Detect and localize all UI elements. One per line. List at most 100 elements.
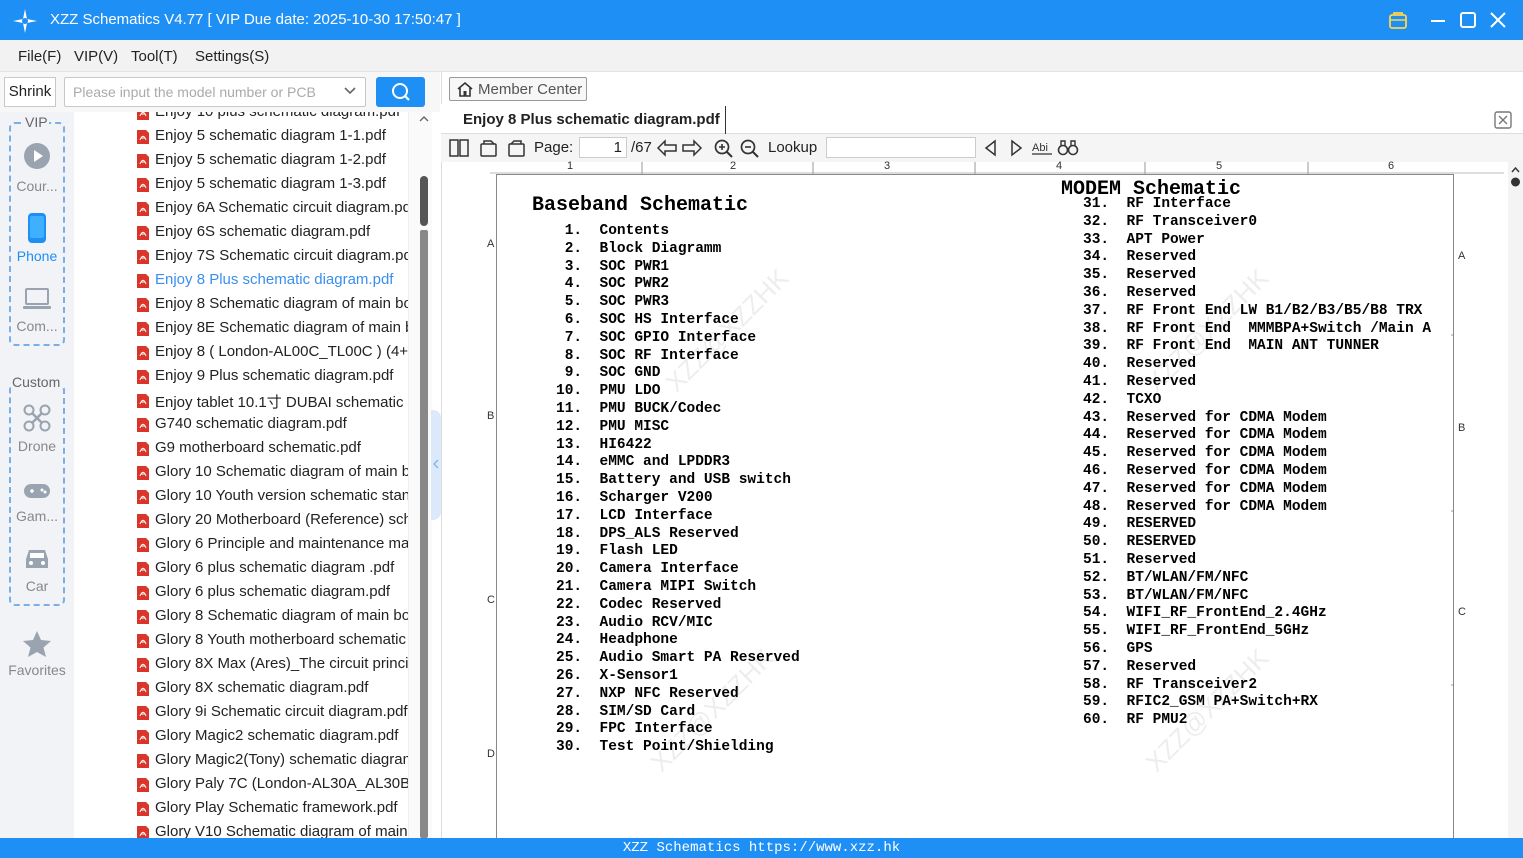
ruler-column-3: 3 (884, 160, 891, 172)
file-name: Enjoy 5 schematic diagram 1-2.pdf (155, 151, 386, 168)
search-icon (392, 83, 410, 101)
file-list-item[interactable]: Glory 6 Principle and maintenance manual (136, 532, 408, 556)
menu-vip[interactable]: VIP(V) (74, 48, 118, 65)
contents-entry: 49. RESERVED (1083, 516, 1197, 533)
pdf-file-icon (137, 778, 149, 792)
nav-games[interactable]: Gam... (0, 482, 74, 532)
file-list-item[interactable]: Enjoy 8E Schematic diagram of main board (136, 316, 408, 340)
search-input[interactable] (65, 78, 335, 106)
pdf-file-icon (137, 658, 149, 672)
file-list-item[interactable]: Enjoy 8 Plus schematic diagram.pdf (136, 268, 408, 292)
contents-entry: 34. Reserved (1083, 249, 1197, 266)
previous-page-icon[interactable] (656, 138, 678, 158)
file-list-item[interactable]: Enjoy 5 schematic diagram 1-3.pdf (136, 172, 408, 196)
file-list-item[interactable]: Enjoy 8 Schematic diagram of main board (136, 292, 408, 316)
file-list-item[interactable]: Enjoy 5 schematic diagram 1-2.pdf (136, 148, 408, 172)
pdf-file-icon (137, 610, 149, 624)
pdf-file-icon (137, 562, 149, 576)
nav-car[interactable]: Car (0, 546, 74, 596)
file-list-item[interactable]: Glory 8X schematic diagram.pdf (136, 676, 408, 700)
close-button[interactable] (1486, 8, 1510, 32)
car-icon (26, 550, 48, 568)
search-button[interactable] (376, 77, 425, 107)
contents-entry: 42. TCXO (1083, 391, 1162, 408)
find-previous-icon[interactable] (980, 138, 1002, 158)
file-list-item[interactable]: Glory 20 Motherboard (Reference) schemat… (136, 508, 408, 532)
file-list-item[interactable]: Enjoy tablet 10.1寸 DUBAI schematic diagr… (136, 388, 408, 412)
file-list-item[interactable]: Glory V10 Schematic diagram of main boar… (136, 820, 408, 838)
contents-entry: 32. RF Transceiver0 (1083, 213, 1258, 230)
file-list-item[interactable]: G9 motherboard schematic.pdf (136, 436, 408, 460)
pdf-file-icon (137, 466, 149, 480)
menu-settings[interactable]: Settings(S) (195, 48, 269, 65)
maximize-button[interactable] (1456, 8, 1480, 32)
shrink-button[interactable]: Shrink (4, 77, 56, 107)
file-list-item[interactable]: Glory Play Schematic framework.pdf (136, 796, 408, 820)
member-center-button[interactable]: Member Center (449, 77, 587, 101)
zoom-out-icon[interactable] (739, 138, 761, 158)
file-list-item[interactable]: Glory 8 Schematic diagram of main board (136, 604, 408, 628)
file-list-item[interactable]: Enjoy 5 schematic diagram 1-1.pdf (136, 124, 408, 148)
file-list-item[interactable]: Glory 8 Youth motherboard schematic (136, 628, 408, 652)
rotate-left-icon[interactable] (478, 138, 500, 158)
file-list-item[interactable]: Glory 6 plus schematic diagram .pdf (136, 556, 408, 580)
scroll-knob-icon[interactable] (1510, 166, 1521, 188)
dual-page-icon[interactable] (448, 138, 470, 158)
file-list-item[interactable]: Enjoy 9 Plus schematic diagram.pdf (136, 364, 408, 388)
scroll-track[interactable] (420, 230, 428, 838)
vip-bag-icon[interactable] (1386, 8, 1410, 32)
find-all-icon[interactable] (1057, 138, 1079, 158)
nav-favorites[interactable]: Favorites (0, 630, 74, 680)
pdf-file-icon (137, 322, 149, 336)
file-list-item[interactable]: Enjoy 6A Schematic circuit diagram.pdf (136, 196, 408, 220)
nav-courses[interactable]: Cour... (0, 142, 74, 198)
file-list-item[interactable]: Enjoy 6S schematic diagram.pdf (136, 220, 408, 244)
scroll-up-icon[interactable] (419, 114, 429, 124)
document-tab[interactable]: Enjoy 8 Plus schematic diagram.pdf (454, 106, 726, 134)
ruler-row-b-right: B (1458, 422, 1466, 434)
file-list-item[interactable]: G740 schematic diagram.pdf (136, 412, 408, 436)
file-name: Glory 10 Schematic diagram of main board (155, 463, 408, 480)
file-list-item[interactable]: Glory 9i Schematic circuit diagram.pdf (136, 700, 408, 724)
contents-entry: 57. Reserved (1083, 658, 1197, 675)
file-list-item[interactable]: Glory Magic2 schematic diagram.pdf (136, 724, 408, 748)
contents-entry: 16. Scharger V200 (556, 490, 713, 506)
nav-phone[interactable]: Phone (0, 212, 74, 268)
file-list-item[interactable]: Glory 10 Schematic diagram of main board (136, 460, 408, 484)
nav-computer[interactable]: Com... (0, 286, 74, 342)
page-number-input[interactable]: 1 (579, 137, 627, 158)
find-next-icon[interactable] (1005, 138, 1027, 158)
nav-computer-label: Com... (16, 318, 58, 334)
pdf-file-icon (137, 706, 149, 720)
scroll-thumb[interactable] (420, 176, 428, 226)
contents-entry: 12. PMU MISC (556, 418, 670, 435)
file-list-item[interactable]: Enjoy 7S Schematic circuit diagram.pdf (136, 244, 408, 268)
file-list-item[interactable]: Glory 6 plus schematic diagram.pdf (136, 580, 408, 604)
nav-games-label: Gam... (15, 508, 58, 524)
file-list-item[interactable]: Enjoy 8 ( London-AL00C_TL00C ) (4+64 (136, 340, 408, 364)
file-list-scrollbar[interactable] (408, 112, 432, 838)
menu-file[interactable]: File(F) (18, 48, 61, 65)
contents-entry: 9. SOC GND (556, 365, 661, 382)
page-total: /67 (631, 139, 652, 156)
status-bar: XZZ Schematics https://www.xzz.hk (0, 838, 1523, 858)
match-case-icon[interactable]: Abi (1031, 138, 1053, 158)
collapse-panel-handle[interactable] (431, 410, 441, 520)
file-list-item[interactable]: Glory 8X Max (Ares)_The circuit principl… (136, 652, 408, 676)
file-list-item[interactable]: Glory Paly 7C (London-AL30A_AL30B_ (136, 772, 408, 796)
viewer-scrollbar[interactable] (1508, 160, 1523, 838)
lookup-input[interactable] (826, 137, 976, 158)
menu-tool[interactable]: Tool(T) (131, 48, 178, 65)
file-list-item[interactable]: Glory 10 Youth version schematic standar… (136, 484, 408, 508)
file-name: G9 motherboard schematic.pdf (155, 439, 361, 456)
next-page-icon[interactable] (681, 138, 703, 158)
zoom-in-icon[interactable] (713, 138, 735, 158)
chevron-down-icon[interactable] (343, 84, 357, 98)
search-box[interactable] (64, 77, 366, 107)
close-tab-icon[interactable] (1493, 110, 1513, 130)
rotate-right-icon[interactable] (505, 138, 527, 158)
file-list-item[interactable]: Enjoy 10 plus schematic diagram.pdf (136, 112, 408, 124)
minimize-button[interactable] (1426, 8, 1450, 32)
nav-drone[interactable]: Drone (0, 404, 74, 454)
file-list-item[interactable]: Glory Magic2(Tony) schematic diagram (136, 748, 408, 772)
